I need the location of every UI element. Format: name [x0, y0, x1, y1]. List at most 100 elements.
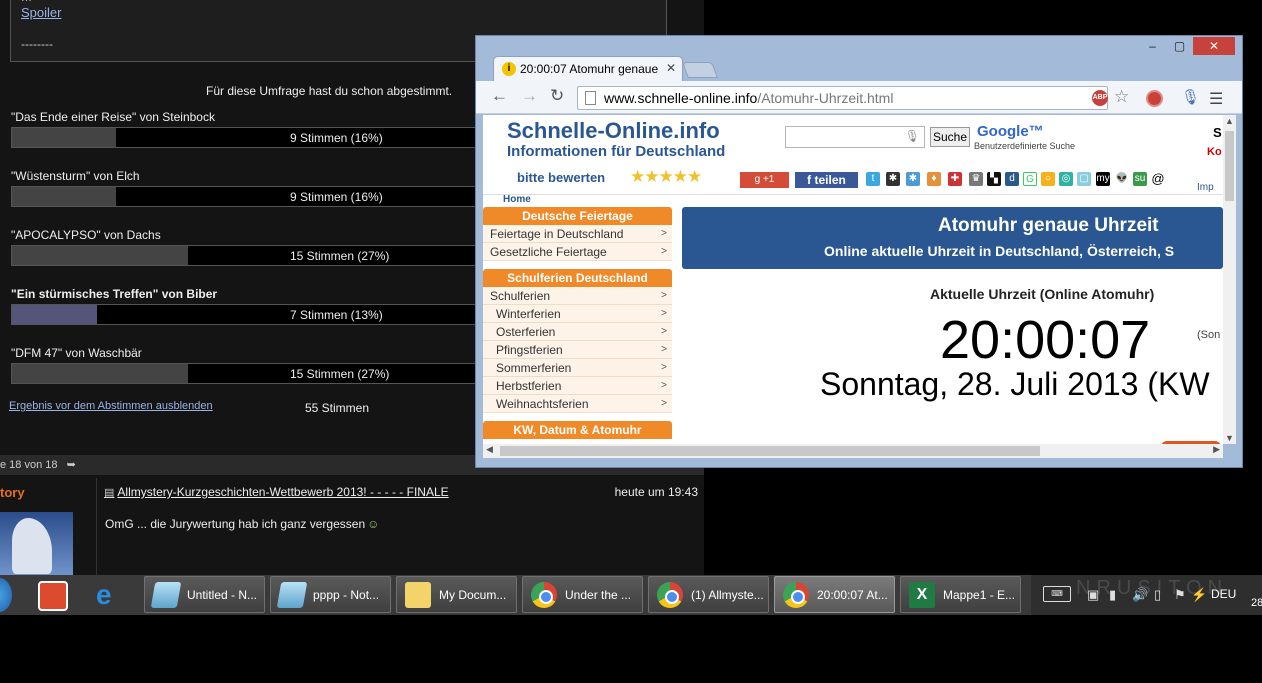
ie-pinned-button[interactable]: e: [88, 577, 144, 613]
facebook-share-button[interactable]: f teilen: [795, 172, 858, 188]
keyboard-icon[interactable]: ⌨: [1043, 586, 1071, 602]
vertical-scroll-thumb[interactable]: [1225, 131, 1234, 201]
site-search-input[interactable]: 🎙: [785, 126, 925, 148]
jump-page-icon[interactable]: ➥: [67, 458, 76, 471]
taskbar-item[interactable]: 20:00:07 At...: [774, 576, 895, 613]
sidebar-heading[interactable]: Schulferien Deutschland: [483, 269, 672, 287]
clock-side-text: (Son: [1197, 329, 1221, 341]
rating-stars[interactable]: ★★★★★: [630, 167, 702, 187]
tray-clock[interactable]: 28: [1251, 597, 1262, 609]
chrome-icon: [531, 582, 557, 608]
impressum-link[interactable]: Imp: [1197, 182, 1214, 193]
sidebar-item[interactable]: Feiertage in Deutschland >: [483, 225, 672, 243]
start-button[interactable]: [0, 578, 12, 612]
sidebar-item[interactable]: Osterferien >: [483, 323, 672, 341]
header-right-link[interactable]: Ko: [1207, 146, 1222, 158]
vertical-scrollbar[interactable]: ▲ ▼: [1223, 115, 1236, 444]
scroll-left-icon[interactable]: ◀: [486, 444, 493, 455]
post-title-link[interactable]: ▤ Allmystery-Kurzgeschichten-Wettbewerb 2…: [104, 485, 449, 499]
taskbar-item-label: pppp - Not...: [313, 588, 380, 602]
menu-icon[interactable]: ☰: [1209, 89, 1223, 109]
social-icon-5[interactable]: ✚: [948, 172, 962, 186]
horizontal-scrollbar[interactable]: ◀ ▶: [483, 444, 1223, 458]
site-logo-title[interactable]: Schnelle-Online.info: [507, 118, 720, 144]
social-icon-4[interactable]: ♦: [927, 172, 941, 186]
sidebar-item-label: Schulferien: [490, 289, 551, 303]
language-indicator[interactable]: DEU: [1211, 587, 1236, 601]
twitter-icon[interactable]: t: [866, 172, 880, 186]
taskbar-item[interactable]: My Docum...: [396, 576, 517, 613]
new-tab-button[interactable]: [682, 62, 718, 78]
delicious-icon[interactable]: ▚: [987, 172, 1001, 186]
social-icon-6[interactable]: ♛: [969, 172, 983, 186]
scroll-down-icon[interactable]: ▼: [1225, 433, 1234, 443]
horizontal-scroll-thumb[interactable]: [500, 446, 1040, 456]
poll-vote-count: 15 Stimmen (27%): [290, 367, 390, 381]
title-bar[interactable]: – ▢ ✕: [476, 36, 1242, 57]
sidebar-item[interactable]: Weihnachtsferien >: [483, 395, 672, 413]
taskbar-item[interactable]: (1) Allmyste...: [648, 576, 769, 613]
tray-show-icon[interactable]: ▣: [1087, 587, 1099, 603]
social-icon-12[interactable]: ▢: [1077, 172, 1091, 186]
sidebar-item[interactable]: Sommerferien >: [483, 359, 672, 377]
social-icon-11[interactable]: ◎: [1059, 172, 1073, 186]
address-bar[interactable]: www.schnelle-online.info/Atomuhr-Uhrzeit…: [577, 86, 1129, 110]
poll-result-fill: [12, 246, 188, 265]
google-bookmark-icon[interactable]: G: [1023, 172, 1037, 186]
digg-icon[interactable]: d: [1005, 172, 1019, 186]
spoiler-link[interactable]: Spoiler: [21, 5, 61, 20]
taskbar-item[interactable]: Under the ...: [522, 576, 643, 613]
forward-arrow-icon[interactable]: →: [521, 86, 538, 106]
social-icon-3[interactable]: ✱: [906, 172, 920, 186]
taskbar-item[interactable]: pppp - Not...: [270, 576, 391, 613]
scroll-right-icon[interactable]: ▶: [1213, 444, 1220, 455]
email-icon[interactable]: @: [1151, 172, 1165, 186]
poll-hide-link[interactable]: Ergebnis vor dem Abstimmen ausblenden: [9, 400, 213, 412]
minimize-icon[interactable]: –: [1139, 37, 1166, 55]
sidebar-heading[interactable]: Deutsche Feiertage: [483, 207, 672, 225]
search-button[interactable]: Suche: [930, 127, 971, 147]
taskbar-item[interactable]: X Mappe1 - E...: [900, 576, 1021, 613]
sidebar-heading[interactable]: KW, Datum & Atomuhr: [483, 421, 672, 439]
poll-result-bar: 9 Stimmen (16%): [11, 127, 531, 148]
poll-vote-count: 7 Stimmen (13%): [290, 308, 383, 322]
adblock-icon[interactable]: ABP: [1092, 90, 1108, 106]
home-tab[interactable]: Home: [503, 194, 531, 205]
sidebar-gap: [483, 261, 672, 269]
search-mic-icon[interactable]: 🎙: [905, 129, 920, 143]
reddit-icon[interactable]: 👽: [1115, 172, 1129, 186]
taskbar-item-label: Under the ...: [565, 588, 632, 602]
volume-icon[interactable]: 🔊: [1132, 587, 1148, 603]
sidebar-item[interactable]: Pfingstferien >: [483, 341, 672, 359]
maximize-icon[interactable]: ▢: [1166, 37, 1193, 55]
stumbleupon-icon[interactable]: su: [1133, 172, 1147, 186]
sidebar-item[interactable]: Schulferien >: [483, 287, 672, 305]
flag-icon[interactable]: ⚑: [1174, 587, 1186, 603]
sidebar-item[interactable]: Winterferien >: [483, 305, 672, 323]
scroll-up-icon[interactable]: ▲: [1225, 116, 1234, 126]
reload-icon[interactable]: ↻: [550, 86, 564, 106]
banner-title: Atomuhr genaue Uhrzeit: [938, 215, 1159, 236]
sidebar-item[interactable]: Herbstferien >: [483, 377, 672, 395]
microphone-icon[interactable]: 🎙: [1181, 88, 1200, 106]
social-icon-10[interactable]: ○: [1041, 172, 1055, 186]
power-pinned-button[interactable]: [32, 577, 88, 613]
poll-option-title: "DFM 47" von Waschbär: [11, 346, 142, 360]
myspace-icon[interactable]: my: [1096, 172, 1110, 186]
network-icon[interactable]: ▮: [1109, 587, 1116, 603]
taskbar-item[interactable]: Untitled - N...: [144, 576, 265, 613]
post-author[interactable]: tory: [0, 485, 25, 500]
bookmark-star-icon[interactable]: ☆: [1114, 87, 1129, 107]
sidebar-item[interactable]: Gesetzliche Feiertage >: [483, 243, 672, 261]
power-plug-icon[interactable]: ⚡: [1191, 587, 1207, 603]
back-arrow-icon[interactable]: ←: [491, 86, 508, 106]
close-window-icon[interactable]: ✕: [1193, 37, 1235, 55]
stop-extension-icon[interactable]: [1146, 90, 1163, 107]
browser-tab-active[interactable]: i 20:00:07 Atomuhr genaue ✕: [493, 56, 683, 81]
site-sidebar: Deutsche Feiertage Feiertage in Deutschla…: [483, 207, 672, 444]
tab-close-icon[interactable]: ✕: [666, 61, 676, 75]
usb-icon[interactable]: ▯: [1154, 587, 1161, 603]
avatar[interactable]: [0, 512, 73, 575]
google-plus-button[interactable]: g +1: [740, 172, 789, 188]
social-icon-2[interactable]: ✱: [886, 172, 900, 186]
